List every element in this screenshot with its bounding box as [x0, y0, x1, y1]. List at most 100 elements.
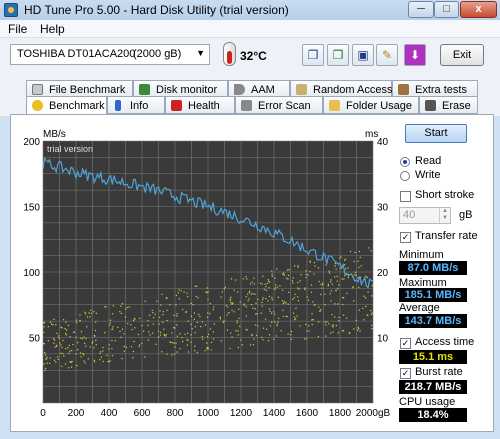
access-time-point: [371, 327, 373, 330]
access-time-point: [334, 265, 336, 267]
access-time-point: [111, 340, 113, 342]
access-time-point: [104, 331, 106, 334]
drive-select[interactable]: TOSHIBA DT01ACA200 (2000 gB) ▼: [10, 44, 210, 65]
spin-arrows-icon[interactable]: ▲ ▼: [439, 208, 450, 223]
tab-info[interactable]: Info: [107, 96, 165, 114]
window-title: HD Tune Pro 5.00 - Hard Disk Utility (tr…: [24, 3, 289, 17]
access-time-point: [60, 352, 62, 354]
short-stroke-checkbox[interactable]: [400, 191, 411, 202]
info-icon: [115, 100, 121, 111]
copy-icon: ❐: [307, 48, 319, 62]
access-time-point: [238, 308, 240, 310]
close-button[interactable]: x: [460, 1, 497, 18]
access-time-point: [182, 308, 184, 311]
access-time-point: [219, 318, 222, 320]
access-time-point: [359, 330, 361, 332]
access-time-point: [246, 329, 248, 331]
save-button[interactable]: ▣: [352, 44, 374, 66]
access-time-point: [170, 341, 172, 343]
exit-button[interactable]: Exit: [440, 44, 484, 66]
access-time-point: [245, 315, 248, 317]
access-time-point: [67, 347, 69, 349]
access-time-point: [44, 369, 46, 371]
access-time-point: [271, 299, 273, 301]
access-time-point: [47, 340, 49, 342]
access-time-point: [53, 342, 55, 344]
x-tick-label: 800: [167, 408, 184, 419]
access-time-point: [325, 324, 327, 326]
access-time-point: [158, 316, 161, 318]
access-time-point: [364, 297, 367, 299]
access-time-point: [200, 325, 202, 328]
access-time-point: [293, 297, 295, 299]
access-time-point: [230, 301, 232, 304]
options-button[interactable]: ✎: [376, 44, 398, 66]
tab-label: Disk monitor: [156, 84, 218, 96]
access-time-point: [222, 321, 224, 323]
start-button[interactable]: Start: [405, 124, 467, 143]
access-time-point: [250, 293, 253, 295]
x-tick-label: 1400: [263, 408, 286, 419]
access-time-point: [61, 365, 63, 367]
access-time-point: [365, 275, 367, 277]
access-time-point: [276, 286, 278, 288]
menu-help[interactable]: Help: [40, 22, 65, 36]
access-time-point: [231, 336, 233, 338]
tab-erase[interactable]: Erase: [419, 96, 478, 114]
access-time-point: [65, 332, 67, 335]
tab-error-scan[interactable]: Error Scan: [235, 96, 323, 114]
access-time-point: [345, 268, 347, 270]
y-right-unit: ms: [365, 129, 378, 140]
access-time-point: [308, 330, 310, 332]
access-time-point: [229, 299, 231, 302]
burst-rate-value: 218.7 MB/s: [399, 380, 467, 394]
minimize-button[interactable]: ─: [408, 1, 434, 18]
copy-text-button[interactable]: ❐: [302, 44, 324, 66]
access-time-point: [371, 312, 373, 314]
tab-benchmark[interactable]: Benchmark: [26, 96, 107, 115]
access-time-point: [254, 293, 256, 295]
read-radio[interactable]: [400, 157, 410, 167]
access-time-point: [309, 261, 311, 263]
burst-rate-checkbox[interactable]: ✓: [400, 368, 411, 379]
toolbar: TOSHIBA DT01ACA200 (2000 gB) ▼ 32°C ❐ ❐ …: [0, 38, 500, 74]
access-time-point: [123, 350, 125, 352]
access-time-point: [134, 318, 136, 320]
access-time-point: [280, 330, 282, 332]
access-time-point: [235, 330, 237, 332]
x-tick-label: 1000: [197, 408, 220, 419]
access-time-point: [262, 327, 265, 329]
access-time-point: [265, 297, 267, 300]
menu-file[interactable]: File: [8, 22, 27, 36]
copy-screenshot-button[interactable]: ❐: [327, 44, 349, 66]
write-radio[interactable]: [400, 171, 410, 181]
access-time-point: [335, 289, 337, 292]
access-time-point: [108, 344, 110, 346]
access-time-point: [212, 308, 214, 311]
access-time-point: [187, 320, 189, 322]
tab-health[interactable]: Health: [165, 96, 235, 114]
access-time-point: [255, 302, 257, 304]
access-time-point: [69, 336, 71, 338]
access-time-point: [344, 275, 346, 277]
access-time-point: [104, 306, 106, 308]
x-tick-label: 0: [40, 408, 46, 419]
access-time-checkbox[interactable]: ✓: [400, 338, 411, 349]
trash-icon: [425, 100, 436, 111]
access-time-point: [334, 276, 336, 278]
access-time-point: [370, 250, 372, 252]
access-time-point: [328, 323, 330, 325]
access-time-point: [166, 320, 168, 322]
access-time-point: [174, 353, 176, 355]
download-button[interactable]: ⬇: [404, 44, 426, 66]
access-time-point: [233, 311, 235, 313]
transfer-rate-checkbox[interactable]: ✓: [400, 232, 411, 243]
maximize-button[interactable]: □: [434, 1, 459, 18]
access-time-point: [250, 304, 253, 306]
access-time-point: [77, 349, 79, 351]
access-time-point: [311, 313, 313, 315]
lightbulb-icon: [32, 100, 43, 111]
access-time-point: [65, 321, 67, 323]
access-time-point: [252, 307, 254, 309]
tab-folder-usage[interactable]: Folder Usage: [323, 96, 419, 114]
